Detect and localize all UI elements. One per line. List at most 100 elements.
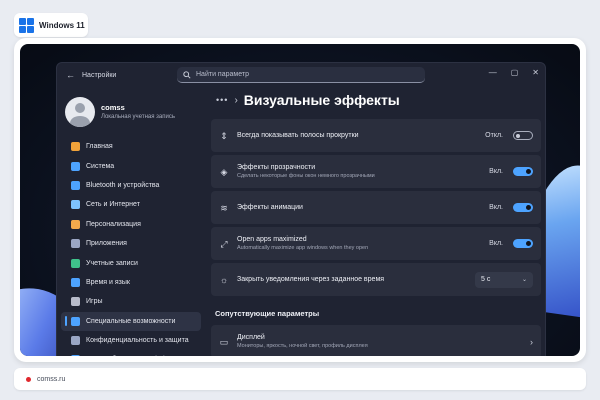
page-title: Визуальные эффекты [243, 92, 400, 108]
row-subtitle: Automatically maximize app windows when … [237, 245, 369, 251]
desktop-background: ← Настройки Найти параметр — ▢ ✕ comss Л… [20, 44, 580, 356]
sidebar-item-label: Система [86, 162, 115, 170]
maximize-icon[interactable]: ▢ [511, 68, 519, 77]
sidebar-item-label: Специальные возможности [86, 317, 176, 325]
row-subtitle: Мониторы, яркость, ночной свет, профиль … [237, 343, 368, 349]
open-maximized-toggle[interactable] [513, 239, 533, 248]
minimize-icon[interactable]: — [489, 68, 497, 77]
back-arrow-icon[interactable]: ← [66, 70, 76, 80]
footer-site[interactable]: comss.ru [37, 376, 65, 383]
sidebar-item[interactable]: Сеть и Интернет [61, 195, 201, 214]
more-icon[interactable]: ••• [216, 95, 228, 105]
footer-bar: comss.ru [14, 368, 586, 390]
home-icon [71, 142, 80, 152]
sidebar-nav: Главная Система Bluetooth и устройства Сеть… [57, 137, 205, 356]
search-placeholder: Найти параметр [196, 71, 249, 78]
monitor-icon: ▭ [219, 336, 229, 347]
screenshot-card: ← Настройки Найти параметр — ▢ ✕ comss Л… [14, 38, 586, 362]
avatar [65, 96, 95, 127]
sidebar-item-label: Учетные записи [86, 259, 138, 267]
row-title: Всегда показывать полосы прокрутки [237, 132, 359, 139]
row-title: Закрыть уведомления через заданное время [237, 276, 385, 283]
chevron-down-icon: ⌄ [521, 277, 527, 283]
window-controls: — ▢ ✕ [489, 68, 539, 77]
window-title: Настройки [82, 71, 117, 79]
sidebar-item[interactable]: Специальные возможности [61, 311, 201, 331]
scrollbars-toggle[interactable] [513, 131, 533, 140]
gamepad-icon [71, 297, 80, 307]
maximize-window-icon: ⤢ [220, 238, 228, 249]
transparency-toggle[interactable] [513, 167, 533, 176]
sidebar-item[interactable]: Игры [61, 292, 201, 311]
setting-row-notifications-timeout[interactable]: ☼ Закрыть уведомления через заданное вре… [211, 263, 541, 296]
row-title: Эффекты прозрачности [237, 164, 316, 171]
sun-icon: ☼ [219, 274, 229, 285]
transparency-icon: ◈ [220, 166, 228, 177]
toggle-state: Откл. [485, 132, 503, 139]
sidebar-item-label: Сеть и Интернет [86, 201, 140, 209]
network-icon [71, 200, 80, 210]
search-icon [183, 70, 191, 79]
sidebar-item[interactable]: Приложения [61, 234, 201, 253]
sidebar-item-label: Конфиденциальность и защита [86, 337, 189, 345]
windows-logo-icon [19, 17, 34, 33]
title-bar: ← Настройки Найти параметр — ▢ ✕ [57, 63, 545, 87]
sidebar-item-label: Игры [86, 298, 103, 306]
sidebar-item[interactable]: Bluetooth и устройства [61, 176, 201, 195]
animation-toggle[interactable] [513, 203, 533, 212]
system-icon [71, 161, 80, 171]
brush-icon [71, 219, 80, 229]
sidebar-item[interactable]: Время и язык [61, 273, 201, 292]
shield-icon [71, 336, 80, 346]
badge-label: Windows 11 [39, 20, 85, 30]
row-title: Open apps maximized [237, 236, 307, 243]
settings-window: ← Настройки Найти параметр — ▢ ✕ comss Л… [56, 62, 546, 356]
related-row-display[interactable]: ▭ Дисплей Мониторы, яркость, ночной свет… [211, 325, 541, 356]
setting-row-open-maximized[interactable]: ⤢ Open apps maximized Automatically maxi… [211, 227, 541, 260]
sidebar-item[interactable]: Система [61, 156, 201, 175]
bluetooth-icon [71, 180, 80, 190]
setting-row-animation[interactable]: ≋ Эффекты анимации Вкл. [211, 191, 541, 224]
main-content: ••• › Визуальные эффекты ⇕ Всегда показы… [211, 87, 541, 356]
breadcrumb: ••• › Визуальные эффекты [211, 87, 541, 113]
settings-rows: ⇕ Всегда показывать полосы прокрутки Отк… [211, 119, 541, 296]
globe-icon [71, 277, 80, 287]
setting-row-scrollbars[interactable]: ⇕ Всегда показывать полосы прокрутки Отк… [211, 119, 541, 152]
sidebar-item[interactable]: Центр обновления Windows [61, 350, 201, 356]
row-title: Эффекты анимации [237, 204, 303, 211]
sidebar: comss Локальная учетная запись Главная Си… [57, 87, 205, 356]
timeout-select[interactable]: 5 с ⌄ [475, 271, 533, 288]
setting-row-transparency[interactable]: ◈ Эффекты прозрачности Сделать некоторые… [211, 155, 541, 188]
profile-subtitle: Локальная учетная запись [101, 114, 175, 120]
sidebar-item-label: Персонализация [86, 220, 141, 228]
toggle-state: Вкл. [489, 240, 503, 247]
animation-icon: ≋ [220, 202, 228, 213]
sidebar-item-label: Приложения [86, 240, 127, 248]
toggle-state: Вкл. [489, 168, 503, 175]
sidebar-item-label: Время и язык [86, 278, 130, 286]
chevron-right-icon: › [234, 94, 238, 106]
row-title: Дисплей [237, 334, 265, 341]
apps-icon [71, 239, 80, 249]
close-icon[interactable]: ✕ [532, 68, 539, 77]
chevron-right-icon: › [530, 336, 533, 347]
accessibility-icon [71, 316, 80, 326]
red-dot-icon [26, 376, 31, 382]
related-settings-heading: Сопутствующие параметры [215, 309, 320, 318]
sidebar-item-label: Главная [86, 143, 113, 151]
windows11-badge: Windows 11 [14, 13, 88, 37]
sidebar-item[interactable]: Конфиденциальность и защита [61, 331, 201, 350]
profile-card[interactable]: comss Локальная учетная запись [57, 87, 205, 131]
row-subtitle: Сделать некоторые фоны окон немного проз… [237, 173, 375, 179]
sidebar-item[interactable]: Главная [61, 137, 201, 156]
update-icon [71, 355, 80, 356]
sidebar-item-label: Bluetooth и устройства [86, 181, 160, 189]
select-value: 5 с [481, 276, 491, 283]
sidebar-item[interactable]: Персонализация [61, 215, 201, 234]
accounts-icon [71, 258, 80, 268]
sidebar-item[interactable]: Учетные записи [61, 253, 201, 272]
toggle-state: Вкл. [489, 204, 503, 211]
search-input[interactable]: Найти параметр [177, 67, 425, 83]
scrollbar-icon: ⇕ [220, 130, 228, 141]
profile-name: comss [101, 103, 125, 112]
